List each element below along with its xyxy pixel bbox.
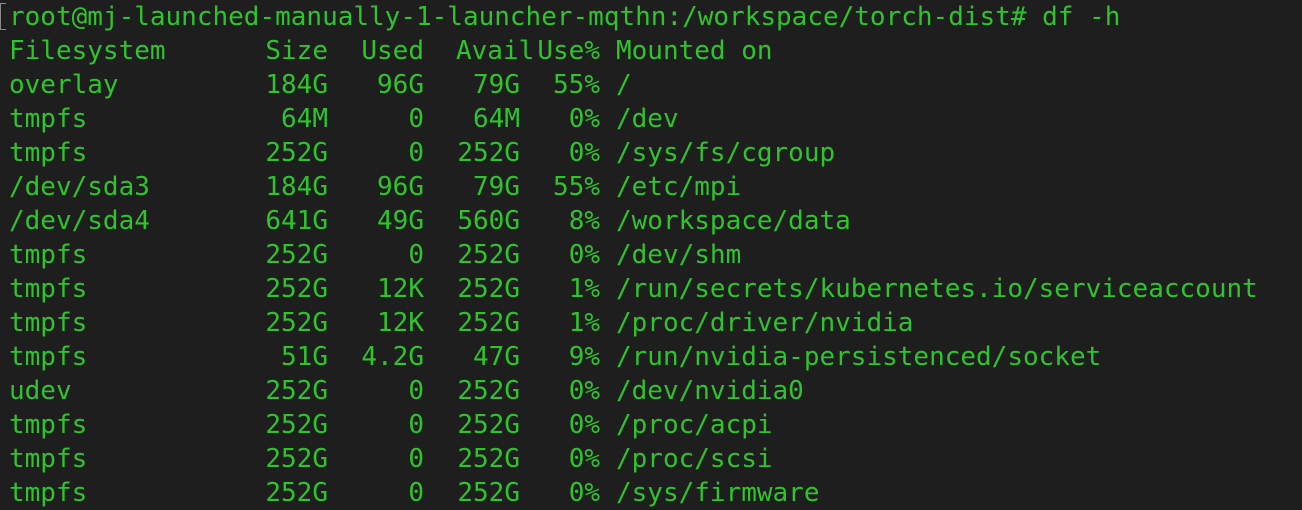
row-avail: 560G <box>457 206 520 236</box>
row-used: 0 <box>408 410 424 440</box>
row-used: 0 <box>408 478 424 508</box>
row-mounted-on: /dev/nvidia0 <box>616 376 804 406</box>
header-filesystem: Filesystem <box>9 36 166 66</box>
row-size: 252G <box>265 274 328 304</box>
row-used: 0 <box>408 376 424 406</box>
row-use-percent: 0% <box>568 376 600 406</box>
row-filesystem: tmpfs <box>9 138 88 168</box>
row-used: 12K <box>377 308 424 338</box>
row-use-percent: 0% <box>568 444 600 474</box>
row-avail: 252G <box>457 274 520 304</box>
row-filesystem: tmpfs <box>9 308 88 338</box>
row-avail: 79G <box>473 70 520 100</box>
mark-bracket-icon <box>0 3 6 30</box>
row-use-percent: 1% <box>568 274 600 304</box>
row-filesystem: tmpfs <box>9 274 88 304</box>
row-used: 96G <box>377 70 424 100</box>
row-used: 0 <box>408 138 424 168</box>
row-used: 0 <box>408 104 424 134</box>
row-filesystem: /dev/sda3 <box>9 172 150 202</box>
row-avail: 252G <box>457 376 520 406</box>
row-mounted-on: /sys/firmware <box>616 478 820 508</box>
row-filesystem: tmpfs <box>9 478 88 508</box>
row-avail: 252G <box>457 138 520 168</box>
row-size: 641G <box>265 206 328 236</box>
row-use-percent: 0% <box>568 138 600 168</box>
row-mounted-on: /sys/fs/cgroup <box>616 138 836 168</box>
row-use-percent: 0% <box>568 478 600 508</box>
row-size: 252G <box>265 376 328 406</box>
row-mounted-on: /run/nvidia-persistenced/socket <box>616 342 1102 372</box>
row-size: 252G <box>265 478 328 508</box>
row-mounted-on: / <box>616 70 632 100</box>
row-mounted-on: /workspace/data <box>616 206 851 236</box>
row-size: 252G <box>265 444 328 474</box>
row-size: 184G <box>265 70 328 100</box>
row-mounted-on: /dev <box>616 104 679 134</box>
row-mounted-on: /dev/shm <box>616 240 742 270</box>
row-mounted-on: /run/secrets/kubernetes.io/serviceaccoun… <box>616 274 1258 304</box>
row-mounted-on: /proc/acpi <box>616 410 773 440</box>
row-filesystem: /dev/sda4 <box>9 206 150 236</box>
row-used: 0 <box>408 240 424 270</box>
row-filesystem: tmpfs <box>9 342 88 372</box>
header-use-percent: Use% <box>537 36 600 66</box>
header-size: Size <box>265 36 328 66</box>
row-avail: 252G <box>457 478 520 508</box>
row-use-percent: 0% <box>568 104 600 134</box>
row-filesystem: tmpfs <box>9 240 88 270</box>
row-avail: 252G <box>457 240 520 270</box>
row-use-percent: 1% <box>568 308 600 338</box>
df-header-row: Filesystem Size Used Avail Use% Mounted … <box>9 34 773 68</box>
row-size: 64M <box>281 104 328 134</box>
terminal-window[interactable]: root@mj-launched-manually-1-launcher-mqt… <box>0 0 1302 510</box>
row-size: 252G <box>265 410 328 440</box>
row-mounted-on: /etc/mpi <box>616 172 742 202</box>
row-used: 0 <box>408 444 424 474</box>
row-use-percent: 55% <box>553 172 600 202</box>
row-use-percent: 0% <box>568 240 600 270</box>
row-use-percent: 8% <box>568 206 600 236</box>
header-used: Used <box>361 36 424 66</box>
row-size: 184G <box>265 172 328 202</box>
row-used: 49G <box>377 206 424 236</box>
row-mounted-on: /proc/scsi <box>616 444 773 474</box>
row-avail: 79G <box>473 172 520 202</box>
row-avail: 64M <box>473 104 520 134</box>
row-size: 252G <box>265 240 328 270</box>
row-filesystem: tmpfs <box>9 104 88 134</box>
row-avail: 252G <box>457 410 520 440</box>
row-used: 96G <box>377 172 424 202</box>
row-size: 252G <box>265 138 328 168</box>
row-filesystem: tmpfs <box>9 444 88 474</box>
header-avail: Avail <box>456 36 535 66</box>
row-use-percent: 55% <box>553 70 600 100</box>
command-prompt-line: root@mj-launched-manually-1-launcher-mqt… <box>9 2 1121 32</box>
row-size: 252G <box>265 308 328 338</box>
row-use-percent: 9% <box>568 342 600 372</box>
row-use-percent: 0% <box>568 410 600 440</box>
row-avail: 47G <box>473 342 520 372</box>
row-filesystem: overlay <box>9 70 119 100</box>
row-filesystem: udev <box>9 376 72 406</box>
row-avail: 252G <box>457 444 520 474</box>
row-used: 4.2G <box>361 342 424 372</box>
row-size: 51G <box>281 342 328 372</box>
row-filesystem: tmpfs <box>9 410 88 440</box>
row-used: 12K <box>377 274 424 304</box>
row-avail: 252G <box>457 308 520 338</box>
row-mounted-on: /proc/driver/nvidia <box>616 308 914 338</box>
header-mounted-on: Mounted on <box>616 36 773 66</box>
